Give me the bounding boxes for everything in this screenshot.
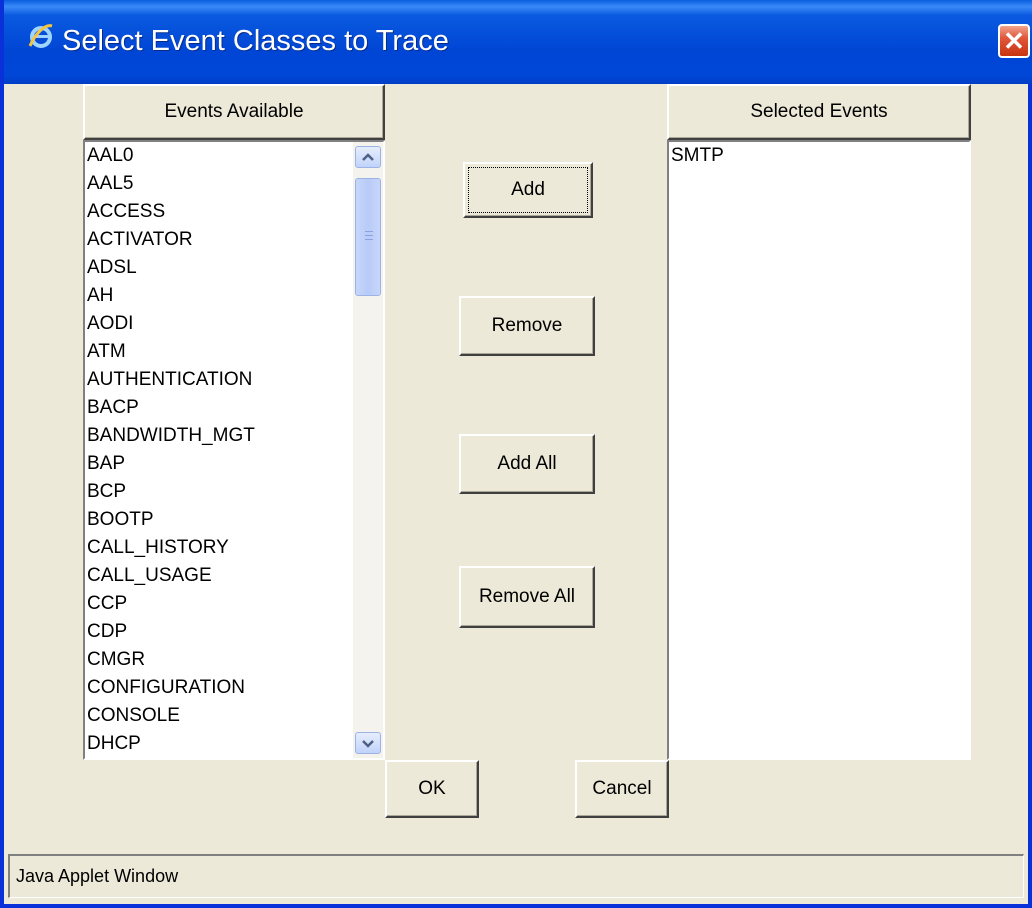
status-text: Java Applet Window [16, 866, 179, 886]
chevron-down-icon [362, 740, 374, 748]
window-title: Select Event Classes to Trace [62, 25, 449, 57]
list-item[interactable]: ATM [85, 338, 383, 366]
available-scrollbar[interactable] [353, 142, 383, 758]
list-item[interactable]: BAP [85, 450, 383, 478]
status-bar: Java Applet Window [8, 854, 1024, 898]
list-item[interactable]: ACCESS [85, 198, 383, 226]
close-icon[interactable]: ✕ [998, 24, 1030, 58]
selected-events-label: Selected Events [750, 101, 888, 122]
list-item[interactable]: BCP [85, 478, 383, 506]
list-item[interactable]: CONSOLE [85, 702, 383, 730]
list-item[interactable]: CONFIGURATION [85, 674, 383, 702]
scroll-thumb[interactable] [355, 178, 381, 296]
events-available-list[interactable]: AAL0 AAL5 ACCESS ACTIVATOR ADSL AH AODI ATM AUTH… [83, 140, 385, 760]
add-all-button[interactable]: Add All [459, 434, 595, 494]
list-item[interactable]: BANDWIDTH_MGT [85, 422, 383, 450]
add-button-label: Add [511, 179, 545, 200]
list-item[interactable]: CCP [85, 590, 383, 618]
list-item[interactable]: BACP [85, 394, 383, 422]
list-item[interactable]: CDP [85, 618, 383, 646]
list-item[interactable]: AAL0 [85, 142, 383, 170]
remove-all-button-label: Remove All [478, 586, 576, 607]
selected-items: SMTP [669, 142, 969, 170]
list-item[interactable]: CALL_HISTORY [85, 534, 383, 562]
cancel-button[interactable]: Cancel [575, 760, 669, 818]
list-item[interactable]: CALL_USAGE [85, 562, 383, 590]
add-button[interactable]: Add [463, 162, 593, 218]
events-available-header[interactable]: Events Available [83, 84, 385, 140]
list-item[interactable]: SMTP [669, 142, 969, 170]
ok-button[interactable]: OK [385, 760, 479, 818]
remove-button[interactable]: Remove [459, 296, 595, 356]
chevron-up-icon [362, 153, 374, 161]
remove-button-label: Remove [491, 315, 563, 336]
list-item[interactable]: AH [85, 282, 383, 310]
title-bar[interactable]: Select Event Classes to Trace ✕ [4, 0, 1032, 84]
list-item[interactable]: AODI [85, 310, 383, 338]
available-items: AAL0 AAL5 ACCESS ACTIVATOR ADSL AH AODI ATM AUTH… [85, 142, 383, 758]
ok-button-label: OK [418, 778, 446, 799]
add-all-button-label: Add All [497, 453, 557, 474]
selected-events-list[interactable]: SMTP [667, 140, 971, 760]
list-item[interactable]: DHCP [85, 730, 383, 758]
list-item[interactable]: AAL5 [85, 170, 383, 198]
selected-events-header[interactable]: Selected Events [667, 84, 971, 140]
scroll-down-button[interactable] [355, 732, 381, 754]
remove-all-button[interactable]: Remove All [459, 566, 595, 628]
list-item[interactable]: ADSL [85, 254, 383, 282]
cancel-button-label: Cancel [592, 778, 652, 799]
list-item[interactable]: AUTHENTICATION [85, 366, 383, 394]
scroll-up-button[interactable] [355, 146, 381, 168]
list-item[interactable]: BOOTP [85, 506, 383, 534]
list-item[interactable]: ACTIVATOR [85, 226, 383, 254]
events-available-label: Events Available [164, 101, 304, 122]
internet-explorer-icon [28, 24, 53, 48]
dialog-window: Select Event Classes to Trace ✕ Events A… [0, 0, 1032, 908]
list-item[interactable]: CMGR [85, 646, 383, 674]
